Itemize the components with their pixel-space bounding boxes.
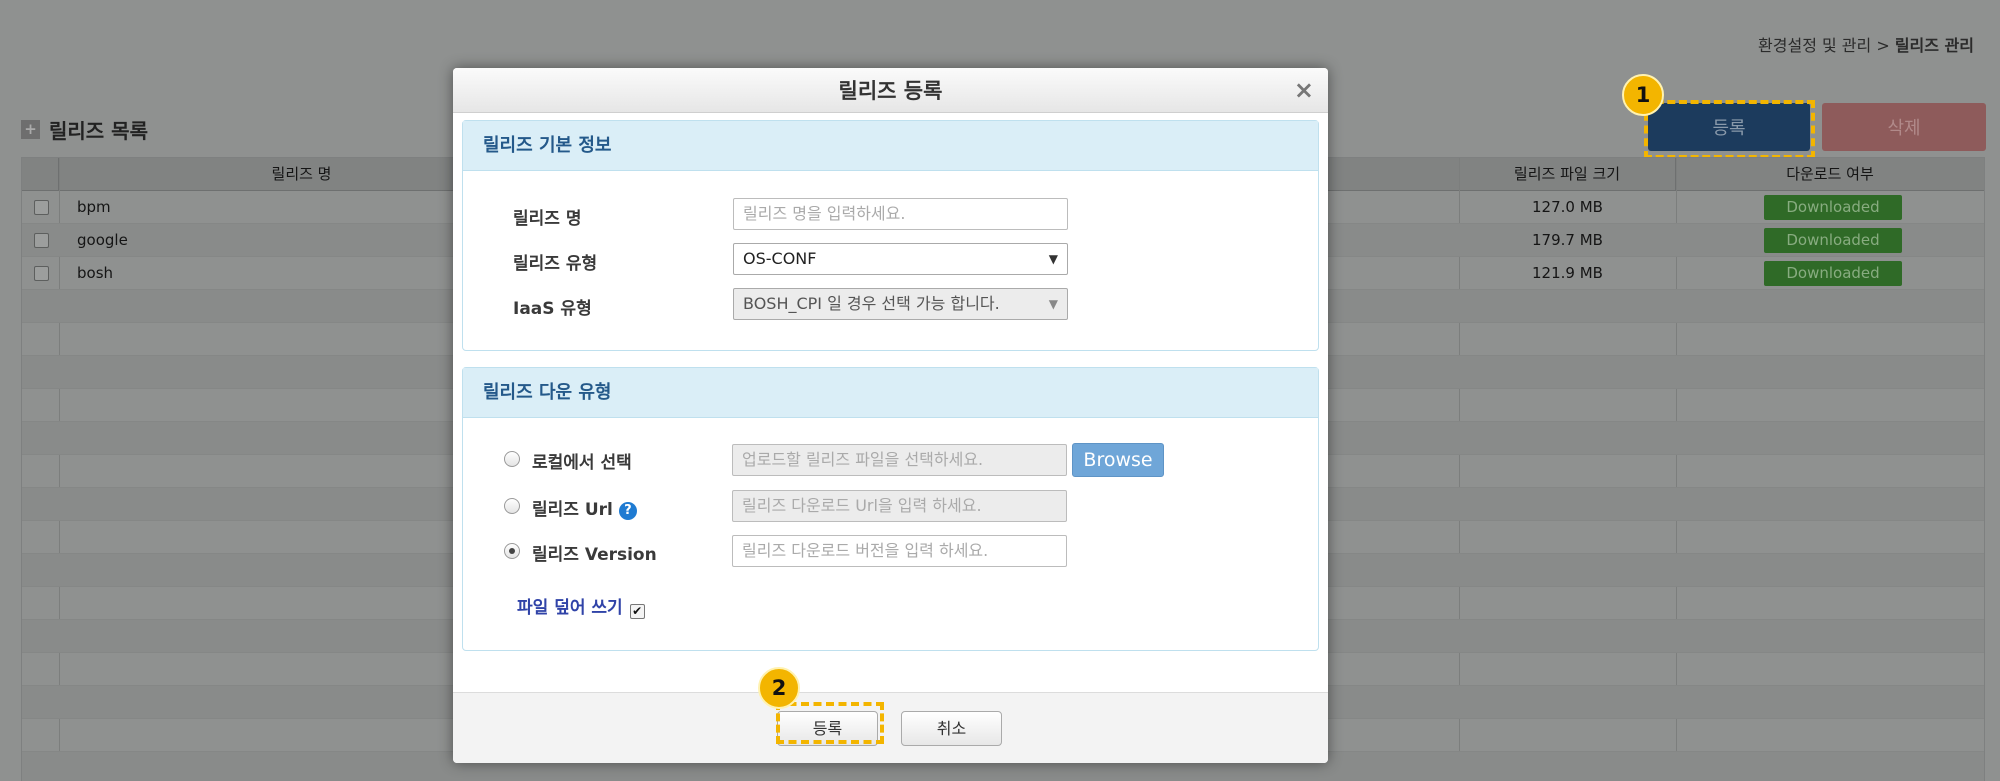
download-status-badge: Downloaded bbox=[1764, 261, 1902, 286]
download-status-badge: Downloaded bbox=[1764, 228, 1902, 253]
release-version-label[interactable]: 릴리즈 Version bbox=[532, 540, 657, 565]
local-select-radio[interactable] bbox=[504, 451, 520, 467]
row-checkbox[interactable] bbox=[34, 266, 49, 281]
basic-info-panel: 릴리즈 기본 정보 릴리즈 명 릴리즈 명을 입력하세요. 릴리즈 유형 OS-… bbox=[462, 120, 1319, 351]
column-header-checkbox bbox=[22, 158, 59, 191]
release-type-label: 릴리즈 유형 bbox=[513, 254, 598, 274]
dialog-footer: 등록 취소 bbox=[453, 692, 1328, 763]
row-checkbox[interactable] bbox=[34, 233, 49, 248]
iaas-type-value: BOSH_CPI 일 경우 선택 가능 합니다. bbox=[743, 294, 1000, 313]
column-header-download-status[interactable]: 다운로드 여부 bbox=[1676, 158, 1984, 191]
highlight-dialog-register-button bbox=[776, 702, 884, 744]
chevron-down-icon: ▼ bbox=[1048, 252, 1058, 266]
release-type-value: OS-CONF bbox=[743, 249, 817, 268]
release-url-label-text: 릴리즈 Url bbox=[532, 500, 613, 520]
column-header-size[interactable]: 릴리즈 파일 크기 bbox=[1459, 158, 1676, 191]
plus-icon: + bbox=[21, 120, 40, 139]
release-url-input[interactable]: 릴리즈 다운로드 Url을 입력 하세요. bbox=[732, 490, 1067, 522]
step-badge-1: 1 bbox=[1622, 74, 1664, 116]
local-select-label[interactable]: 로컬에서 선택 bbox=[532, 448, 632, 473]
release-name-cell: bosh bbox=[77, 264, 114, 282]
highlight-register-button bbox=[1644, 100, 1815, 159]
close-icon[interactable]: × bbox=[1294, 68, 1314, 112]
local-file-input[interactable]: 업로드할 릴리즈 파일을 선택하세요. bbox=[732, 444, 1067, 476]
download-status-badge: Downloaded bbox=[1764, 195, 1902, 220]
release-type-select[interactable]: OS-CONF ▼ bbox=[733, 243, 1068, 275]
file-overwrite-label: 파일 덮어 쓰기 bbox=[517, 598, 623, 618]
release-size-cell: 179.7 MB bbox=[1532, 231, 1603, 249]
chevron-down-icon: ▼ bbox=[1048, 297, 1058, 311]
download-type-panel: 릴리즈 다운 유형 로컬에서 선택 업로드할 릴리즈 파일을 선택하세요. Br… bbox=[462, 367, 1319, 651]
release-register-dialog: 릴리즈 등록 × 릴리즈 기본 정보 릴리즈 명 릴리즈 명을 입력하세요. 릴… bbox=[453, 68, 1328, 763]
release-name-cell: bpm bbox=[77, 198, 111, 216]
release-list-title: + 릴리즈 목록 bbox=[21, 115, 148, 144]
release-name-input[interactable]: 릴리즈 명을 입력하세요. bbox=[733, 198, 1068, 230]
delete-button[interactable]: 삭제 bbox=[1822, 103, 1986, 151]
help-icon[interactable]: ? bbox=[618, 502, 637, 520]
step-badge-2: 2 bbox=[758, 667, 800, 709]
release-version-input[interactable]: 릴리즈 다운로드 버전을 입력 하세요. bbox=[732, 535, 1067, 567]
release-version-radio[interactable] bbox=[504, 543, 520, 559]
release-url-radio[interactable] bbox=[504, 498, 520, 514]
dialog-title: 릴리즈 등록 bbox=[838, 79, 943, 103]
release-list-title-text: 릴리즈 목록 bbox=[49, 119, 148, 143]
breadcrumb-current: 릴리즈 관리 bbox=[1894, 36, 1974, 55]
breadcrumb-separator: > bbox=[1871, 36, 1895, 55]
release-url-label[interactable]: 릴리즈 Url? bbox=[532, 495, 637, 520]
breadcrumb-parent[interactable]: 환경설정 및 관리 bbox=[1758, 36, 1871, 55]
download-type-heading: 릴리즈 다운 유형 bbox=[463, 368, 1318, 418]
release-name-label: 릴리즈 명 bbox=[513, 209, 582, 229]
breadcrumb: 환경설정 및 관리 > 릴리즈 관리 bbox=[1758, 32, 1974, 56]
iaas-type-label: IaaS 유형 bbox=[513, 299, 592, 319]
release-name-cell: google bbox=[77, 231, 128, 249]
dialog-cancel-button[interactable]: 취소 bbox=[901, 711, 1002, 746]
release-size-cell: 121.9 MB bbox=[1532, 264, 1603, 282]
browse-button[interactable]: Browse bbox=[1072, 443, 1164, 477]
file-overwrite-checkbox[interactable]: ✔ bbox=[629, 604, 645, 619]
release-size-cell: 127.0 MB bbox=[1532, 198, 1603, 216]
basic-info-heading: 릴리즈 기본 정보 bbox=[463, 121, 1318, 171]
file-overwrite-option[interactable]: 파일 덮어 쓰기 ✔ bbox=[517, 593, 645, 619]
iaas-type-select[interactable]: BOSH_CPI 일 경우 선택 가능 합니다. ▼ bbox=[733, 288, 1068, 320]
row-checkbox[interactable] bbox=[34, 200, 49, 215]
dialog-header: 릴리즈 등록 × bbox=[453, 68, 1328, 113]
